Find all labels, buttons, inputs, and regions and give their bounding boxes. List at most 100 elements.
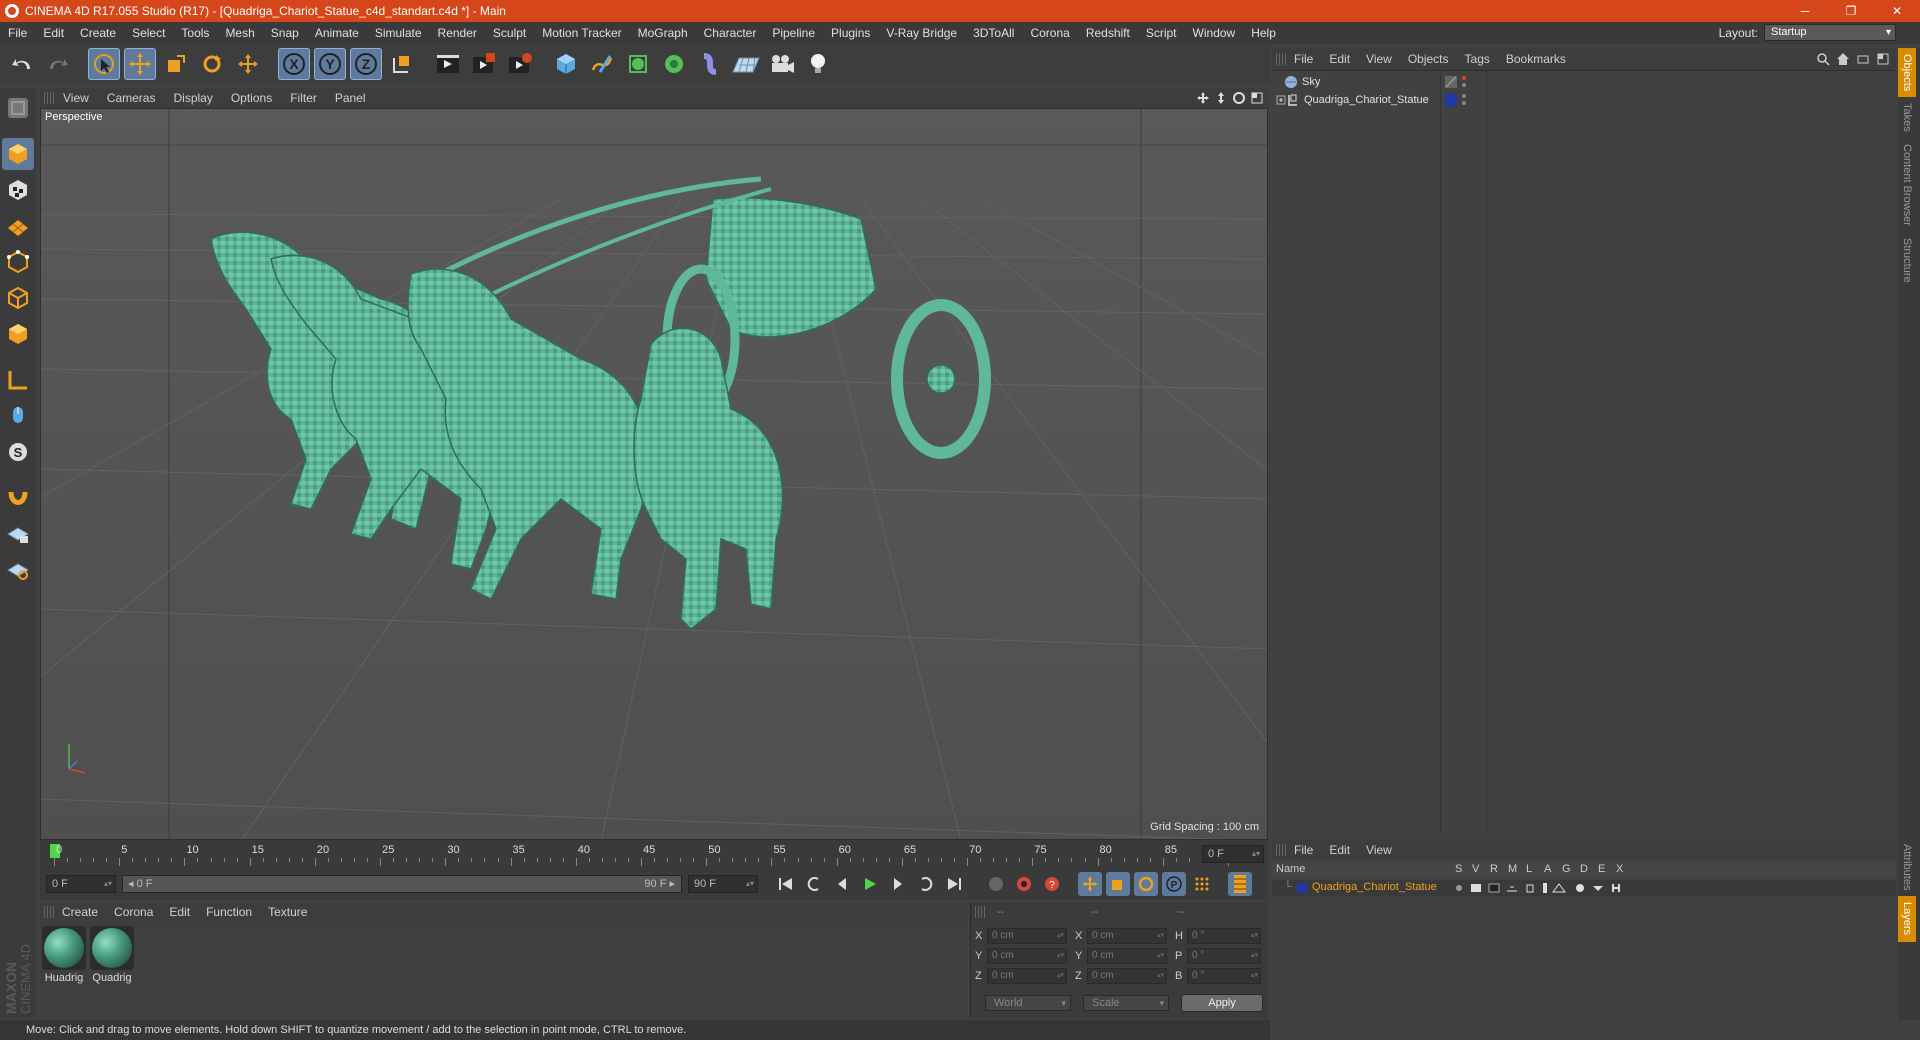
menu-simulate[interactable]: Simulate <box>367 26 430 40</box>
menu-edit[interactable]: Edit <box>35 26 72 40</box>
render-dot-icon[interactable] <box>1460 75 1468 89</box>
tab-content-browser[interactable]: Content Browser <box>1898 138 1916 232</box>
position-x-field[interactable]: 0 cm ▴▾ <box>987 928 1067 944</box>
snap-icon[interactable]: S <box>2 436 34 468</box>
menu-file[interactable]: File <box>0 26 35 40</box>
visibility-toggle-icon[interactable] <box>1444 75 1458 89</box>
lock-workplane-icon[interactable] <box>2 518 34 550</box>
viewport-menu-cameras[interactable]: Cameras <box>98 91 165 105</box>
next-keyframe-icon[interactable] <box>914 872 938 896</box>
rotate-tool-icon[interactable] <box>196 48 228 80</box>
menu-create[interactable]: Create <box>72 26 124 40</box>
objects-menu-edit[interactable]: Edit <box>1321 52 1358 66</box>
cloner-icon[interactable] <box>658 48 690 80</box>
menu-tools[interactable]: Tools <box>173 26 217 40</box>
expand-icon[interactable] <box>1276 95 1286 105</box>
subdivision-surface-icon[interactable] <box>622 48 654 80</box>
rotation-p-field[interactable]: 0 ° ▴▾ <box>1187 948 1261 964</box>
make-editable-icon[interactable] <box>2 92 34 124</box>
material-menu-edit[interactable]: Edit <box>161 905 198 919</box>
menu-snap[interactable]: Snap <box>263 26 307 40</box>
viewport-menu-filter[interactable]: Filter <box>281 91 326 105</box>
menu-mograph[interactable]: MoGraph <box>630 26 696 40</box>
key-rotation-icon[interactable] <box>1134 872 1158 896</box>
layout-select[interactable]: Startup <box>1764 24 1896 41</box>
search-icon[interactable] <box>1816 52 1830 66</box>
autokeying-icon[interactable]: ? <box>1040 872 1064 896</box>
layer-solo-icon[interactable] <box>1453 882 1633 894</box>
home-icon[interactable] <box>1836 52 1850 66</box>
objects-menu-objects[interactable]: Objects <box>1400 52 1457 66</box>
menu-corona[interactable]: Corona <box>1022 26 1077 40</box>
planar-workplane-icon[interactable] <box>2 554 34 586</box>
layer-col-l[interactable]: L <box>1526 863 1532 875</box>
viewport-menu-display[interactable]: Display <box>164 91 221 105</box>
cube-primitive-icon[interactable] <box>550 48 582 80</box>
close-button[interactable]: ✕ <box>1874 0 1920 22</box>
menu-3dtoall[interactable]: 3DToAll <box>965 26 1022 40</box>
material-menu-corona[interactable]: Corona <box>106 905 161 919</box>
viewport-menu-options[interactable]: Options <box>222 91 281 105</box>
minimize-button[interactable]: ─ <box>1782 0 1828 22</box>
go-to-end-icon[interactable] <box>942 872 966 896</box>
viewport-menu-view[interactable]: View <box>54 91 98 105</box>
menu-character[interactable]: Character <box>696 26 765 40</box>
current-frame-field[interactable]: 0 F ▴▾ <box>1202 845 1264 863</box>
apply-button[interactable]: Apply <box>1181 994 1263 1012</box>
tab-attributes[interactable]: Attributes <box>1898 838 1916 896</box>
layer-name[interactable]: Quadriga_Chariot_Statue <box>1312 881 1437 893</box>
layer-col-d[interactable]: D <box>1580 863 1588 875</box>
size-x-field[interactable]: 0 cm ▴▾ <box>1087 928 1167 944</box>
menu-animate[interactable]: Animate <box>307 26 367 40</box>
position-z-field[interactable]: 0 cm ▴▾ <box>987 968 1067 984</box>
layer-color-icon[interactable] <box>1296 882 1308 894</box>
viewport-rotate-icon[interactable] <box>1232 91 1246 105</box>
layer-col-x[interactable]: X <box>1616 863 1623 875</box>
maximize-panel-icon[interactable] <box>1876 52 1890 66</box>
edit-render-settings-icon[interactable] <box>504 48 536 80</box>
points-mode-icon[interactable] <box>2 246 34 278</box>
light-icon[interactable] <box>802 48 834 80</box>
perspective-viewport[interactable]: Perspective Grid Spacing : 100 cm <box>40 108 1268 840</box>
record-active-objects-icon[interactable] <box>1012 872 1036 896</box>
menu-motion-tracker[interactable]: Motion Tracker <box>534 26 629 40</box>
menu-redshift[interactable]: Redshift <box>1078 26 1138 40</box>
timeline-ruler[interactable]: 051015202530354045505560657075808590 0 F… <box>40 840 1268 868</box>
start-frame-field[interactable]: 0 F ▴▾ <box>46 875 116 893</box>
menu-mesh[interactable]: Mesh <box>217 26 262 40</box>
menu-plugins[interactable]: Plugins <box>823 26 878 40</box>
layer-col-g[interactable]: G <box>1562 863 1571 875</box>
undo-icon[interactable] <box>6 48 38 80</box>
key-scale-icon[interactable] <box>1106 872 1130 896</box>
menu-render[interactable]: Render <box>430 26 485 40</box>
play-forward-icon[interactable] <box>858 872 882 896</box>
object-row-sky[interactable]: Sky <box>1272 73 1896 91</box>
layers-menu-edit[interactable]: Edit <box>1321 843 1358 857</box>
edges-mode-icon[interactable] <box>2 282 34 314</box>
size-mode-dropdown[interactable]: Scale <box>1083 995 1169 1011</box>
menu-select[interactable]: Select <box>124 26 173 40</box>
viewport-pan-icon[interactable] <box>1196 91 1210 105</box>
live-selection-icon[interactable] <box>88 48 120 80</box>
previous-keyframe-icon[interactable] <box>802 872 826 896</box>
frame-range-slider[interactable]: ◂ 0 F 90 F ▸ <box>122 875 682 893</box>
polygons-mode-icon[interactable] <box>2 318 34 350</box>
new-view-icon[interactable] <box>1856 52 1870 66</box>
material-menu-create[interactable]: Create <box>54 905 106 919</box>
spline-pen-icon[interactable] <box>586 48 618 80</box>
menu-pipeline[interactable]: Pipeline <box>764 26 823 40</box>
workplane-icon[interactable] <box>2 210 34 242</box>
floor-environment-icon[interactable] <box>730 48 762 80</box>
key-parameter-icon[interactable]: P <box>1162 872 1186 896</box>
layer-col-m[interactable]: M <box>1508 863 1517 875</box>
layers-menu-file[interactable]: File <box>1286 843 1321 857</box>
deformer-icon[interactable] <box>694 48 726 80</box>
redo-icon[interactable] <box>42 48 74 80</box>
material-menu-function[interactable]: Function <box>198 905 260 919</box>
render-view-icon[interactable] <box>432 48 464 80</box>
layer-col-r[interactable]: R <box>1490 863 1498 875</box>
go-to-start-icon[interactable] <box>774 872 798 896</box>
menu-script[interactable]: Script <box>1138 26 1185 40</box>
render-dot-icon[interactable] <box>1460 93 1468 107</box>
magnet-icon[interactable] <box>2 482 34 514</box>
